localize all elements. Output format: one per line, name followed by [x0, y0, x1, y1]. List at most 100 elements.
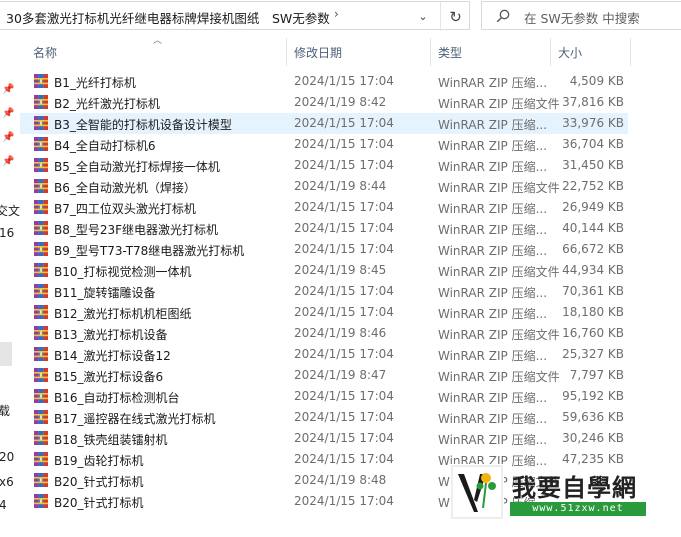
nav-item-fragment[interactable]: 4	[0, 498, 7, 512]
file-row[interactable]: B17_遥控器在线式激光打标机 2024/1/15 17:04 WinRAR ZIP…	[20, 407, 628, 428]
column-divider[interactable]	[430, 38, 431, 66]
nav-item-fragment[interactable]: 载	[0, 402, 10, 419]
file-name: B12_激光打标机机柜图纸	[54, 307, 192, 321]
file-name: B3_全智能的打标机设备设计模型	[54, 118, 232, 132]
file-date: 2024/1/15 17:04	[294, 431, 394, 445]
file-date: 2024/1/19 8:48	[294, 473, 387, 487]
file-date: 2024/1/19 8:47	[294, 368, 387, 382]
file-row[interactable]: B2_光纤激光打标机 2024/1/19 8:42 WinRAR ZIP 压缩文件 3…	[20, 92, 628, 113]
pin-icon[interactable]: 📌	[2, 156, 14, 167]
file-size: 59,636 KB	[562, 410, 624, 424]
column-header-name[interactable]: 名称	[33, 44, 57, 61]
zip-archive-icon	[33, 220, 49, 236]
file-name: B5_全自动激光打标焊接一体机	[54, 160, 220, 174]
file-row[interactable]: B5_全自动激光打标焊接一体机 2024/1/15 17:04 WinRAR ZIP…	[20, 155, 628, 176]
file-size: 30,246 KB	[562, 431, 624, 445]
file-name: B10_打标视觉检测一体机	[54, 265, 192, 279]
refresh-button[interactable]: ↻	[440, 2, 470, 31]
file-date: 2024/1/15 17:04	[294, 284, 394, 298]
column-header: ︿ 名称 修改日期 类型 大小	[20, 32, 681, 68]
zip-archive-icon	[33, 346, 49, 362]
file-name: B7_四工位双头激光打标机	[54, 202, 196, 216]
file-row[interactable]: B16_自动打标检测机台 2024/1/15 17:04 WinRAR ZIP 压缩…	[20, 386, 628, 407]
file-date: 2024/1/19 8:44	[294, 179, 387, 193]
file-type: WinRAR ZIP 压缩文件	[438, 181, 560, 195]
search-placeholder: 在 SW无参数 中搜索	[524, 11, 640, 26]
zip-archive-icon	[33, 367, 49, 383]
nav-item-fragment[interactable]: 16	[0, 226, 14, 240]
file-row[interactable]: B1_光纤打标机 2024/1/15 17:04 WinRAR ZIP 压缩... 4…	[20, 71, 628, 92]
file-size: 95,192 KB	[562, 389, 624, 403]
navigation-pane[interactable]: 📌 📌 📌 📌 交文 16 载 20 x6 4	[0, 32, 20, 537]
column-divider[interactable]	[630, 38, 631, 66]
file-row[interactable]: B11_旋转镭雕设备 2024/1/15 17:04 WinRAR ZIP 压缩..…	[20, 281, 628, 302]
file-row[interactable]: B8_型号23F继电器激光打标机 2024/1/15 17:04 WinRAR ZI…	[20, 218, 628, 239]
pin-icon[interactable]: 📌	[2, 132, 14, 143]
file-type: WinRAR ZIP 压缩...	[438, 139, 548, 153]
file-size: 18,180 KB	[562, 305, 624, 319]
breadcrumb-chevron-icon[interactable]: ›	[334, 7, 339, 21]
column-divider[interactable]	[286, 38, 287, 66]
pin-icon[interactable]: 📌	[2, 84, 14, 95]
file-row[interactable]: B10_打标视觉检测一体机 2024/1/19 8:45 WinRAR ZIP 压缩…	[20, 260, 628, 281]
nav-item-fragment[interactable]: x6	[0, 475, 14, 489]
file-name: B15_激光打标设备6	[54, 370, 164, 384]
zip-archive-icon	[33, 94, 49, 110]
breadcrumb-item-parent[interactable]: 30多套激光打标机光纤继电器标牌焊接机图纸	[6, 8, 259, 27]
file-name: B1_光纤打标机	[54, 76, 136, 90]
pin-icon[interactable]: 📌	[2, 108, 14, 119]
column-header-type[interactable]: 类型	[438, 44, 462, 61]
file-type: WinRAR ZIP 压缩文件	[438, 370, 560, 384]
file-row[interactable]: B12_激光打标机机柜图纸 2024/1/15 17:04 WinRAR ZIP 压…	[20, 302, 628, 323]
logo-emblem	[450, 464, 504, 520]
file-type: WinRAR ZIP 压缩文件	[438, 97, 560, 111]
breadcrumb-chevron-icon[interactable]: ›	[254, 7, 259, 21]
file-size: 66,672 KB	[562, 242, 624, 256]
file-row[interactable]: B13_激光打标机设备 2024/1/19 8:46 WinRAR ZIP 压缩文件…	[20, 323, 628, 344]
file-type: WinRAR ZIP 压缩...	[438, 160, 548, 174]
file-date: 2024/1/15 17:04	[294, 158, 394, 172]
zip-archive-icon	[33, 241, 49, 257]
file-name: B14_激光打标设备12	[54, 349, 171, 363]
zip-archive-icon	[33, 178, 49, 194]
file-type: WinRAR ZIP 压缩文件	[438, 328, 560, 342]
file-size: 7,797 KB	[569, 368, 624, 382]
file-size: 36,704 KB	[562, 137, 624, 151]
file-row[interactable]: B9_型号T73-T78继电器激光打标机 2024/1/15 17:04 WinRA…	[20, 239, 628, 260]
file-type: WinRAR ZIP 压缩...	[438, 286, 548, 300]
zip-archive-icon	[33, 136, 49, 152]
nav-selected-item[interactable]	[0, 342, 12, 366]
file-size: 26,949 KB	[562, 200, 624, 214]
file-size: 33,976 KB	[562, 116, 624, 130]
file-date: 2024/1/15 17:04	[294, 494, 394, 508]
breadcrumb[interactable]: 30多套激光打标机光纤继电器标牌焊接机图纸 › SW无参数 › ⌄ ↻	[0, 1, 470, 31]
search-input[interactable]: 在 SW无参数 中搜索	[481, 1, 681, 30]
file-size: 16,760 KB	[562, 326, 624, 340]
file-row[interactable]: B6_全自动激光机（焊接） 2024/1/19 8:44 WinRAR ZIP 压缩…	[20, 176, 628, 197]
file-row[interactable]: B3_全智能的打标机设备设计模型 2024/1/15 17:04 WinRAR ZI…	[20, 113, 628, 134]
nav-item-fragment[interactable]: 20	[0, 450, 14, 464]
breadcrumb-item-current[interactable]: SW无参数	[272, 8, 330, 27]
file-type: WinRAR ZIP 压缩...	[438, 391, 548, 405]
nav-item-fragment[interactable]: 交文	[0, 202, 20, 219]
file-date: 2024/1/15 17:04	[294, 221, 394, 235]
file-date: 2024/1/15 17:04	[294, 137, 394, 151]
file-size: 70,361 KB	[562, 284, 624, 298]
file-row[interactable]: B15_激光打标设备6 2024/1/19 8:47 WinRAR ZIP 压缩文件…	[20, 365, 628, 386]
file-date: 2024/1/19 8:45	[294, 263, 387, 277]
zip-archive-icon	[33, 199, 49, 215]
file-row[interactable]: B18_铁壳组装镭射机 2024/1/15 17:04 WinRAR ZIP 压缩.…	[20, 428, 628, 449]
column-divider[interactable]	[550, 38, 551, 66]
watermark-url: www.51zxw.net	[510, 502, 646, 516]
file-name: B6_全自动激光机（焊接）	[54, 181, 196, 195]
address-dropdown-button[interactable]: ⌄	[408, 2, 438, 31]
zip-archive-icon	[33, 430, 49, 446]
column-header-date[interactable]: 修改日期	[294, 44, 342, 61]
file-row[interactable]: B4_全自动打标机6 2024/1/15 17:04 WinRAR ZIP 压缩..…	[20, 134, 628, 155]
zip-archive-icon	[33, 472, 49, 488]
zip-archive-icon	[33, 73, 49, 89]
file-name: B13_激光打标机设备	[54, 328, 168, 342]
file-row[interactable]: B14_激光打标设备12 2024/1/15 17:04 WinRAR ZIP 压缩…	[20, 344, 628, 365]
column-header-size[interactable]: 大小	[558, 44, 582, 61]
file-row[interactable]: B7_四工位双头激光打标机 2024/1/15 17:04 WinRAR ZIP 压…	[20, 197, 628, 218]
